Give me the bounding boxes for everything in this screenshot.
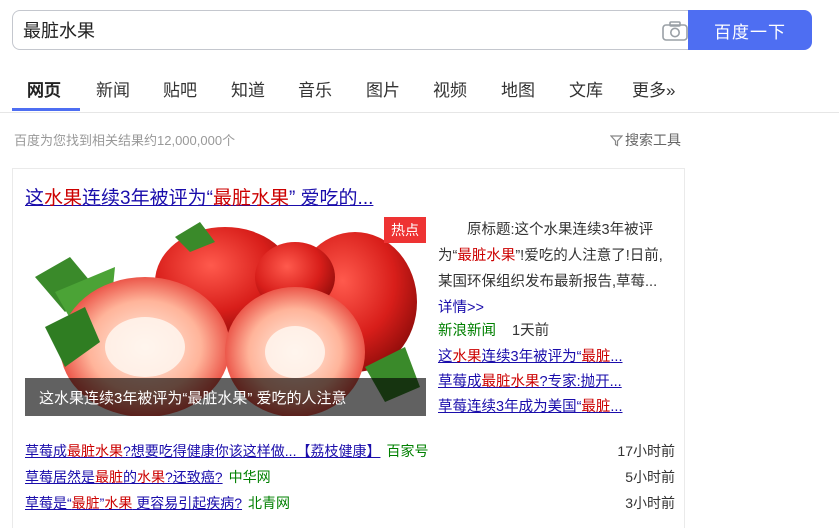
tab-images[interactable]: 图片: [366, 76, 400, 101]
news-time: 17小时前: [617, 443, 675, 459]
news-title-link[interactable]: 草莓是“最脏”水果 更容易引起疾病?: [25, 495, 242, 511]
tab-wenku[interactable]: 文库: [569, 76, 603, 101]
title-text: 连续3年被评为“: [82, 188, 213, 209]
related-link[interactable]: 草莓连续3年成为美国“最脏...: [438, 395, 623, 416]
search-button[interactable]: 百度一下: [688, 10, 812, 50]
news-time: 3小时前: [625, 495, 675, 511]
related-link[interactable]: 这水果连续3年被评为“最脏...: [438, 345, 623, 366]
tab-news[interactable]: 新闻: [96, 76, 130, 101]
search-box: [12, 10, 688, 50]
related-link[interactable]: 草莓成最脏水果?专家:抛开...: [438, 370, 622, 391]
news-row: 草莓居然是最脏的水果?还致癌? 中华网 5小时前: [25, 467, 675, 491]
thumbnail-caption: 这水果连续3年被评为“最脏水果” 爱吃的人注意: [25, 378, 426, 416]
tab-zhidao[interactable]: 知道: [231, 76, 265, 101]
publish-time: 1天前: [512, 323, 550, 339]
news-title-link[interactable]: 草莓成最脏水果?想要吃得健康你该这样做...【荔枝健康】: [25, 443, 380, 459]
title-highlight: 最脏水果: [212, 188, 289, 209]
news-row: 草莓成最脏水果?想要吃得健康你该这样做...【荔枝健康】 百家号 17小时前: [25, 441, 675, 465]
source-line: 新浪新闻 1天前: [438, 319, 549, 340]
news-source: 北青网: [248, 495, 291, 511]
tab-more[interactable]: 更多»: [632, 76, 675, 101]
news-row: 草莓是“最脏”水果 更容易引起疾病? 北青网 3小时前: [25, 493, 675, 517]
result-card: 这水果连续3年被评为“最脏水果” 爱吃的... 热点 这水果连续3年被评为“最脏…: [12, 168, 685, 528]
news-source: 中华网: [228, 469, 271, 485]
search-tools-label: 搜索工具: [625, 132, 681, 148]
abstract-highlight: 最脏水果: [457, 248, 516, 264]
news-thumbnail[interactable]: 热点 这水果连续3年被评为“最脏水果” 爱吃的人注意: [25, 217, 426, 416]
hot-badge: 热点: [384, 217, 426, 243]
news-title-link[interactable]: 草莓居然是最脏的水果?还致癌?: [25, 469, 223, 485]
search-tools-button[interactable]: 搜索工具: [610, 130, 681, 150]
tab-video[interactable]: 视频: [433, 76, 467, 101]
tab-music[interactable]: 音乐: [298, 76, 332, 101]
filter-icon: [610, 134, 623, 146]
tab-web[interactable]: 网页: [27, 76, 61, 101]
detail-link[interactable]: 详情>>: [438, 300, 484, 316]
source-name: 新浪新闻: [438, 323, 496, 339]
card-title-link[interactable]: 这水果连续3年被评为“最脏水果” 爱吃的...: [25, 183, 373, 210]
news-time: 5小时前: [625, 469, 675, 485]
active-tab-indicator: [12, 108, 80, 111]
news-source: 百家号: [386, 443, 429, 459]
tab-bar: 网页 新闻 贴吧 知道 音乐 图片 视频 地图 文库 更多»: [0, 60, 839, 113]
title-highlight: 水果: [44, 188, 83, 209]
abstract: 原标题:这个水果连续3年被评为“最脏水果”!爱吃的人注意了!日前,某国环保组织发…: [438, 217, 674, 321]
tab-map[interactable]: 地图: [501, 76, 535, 101]
camera-icon[interactable]: [661, 20, 689, 42]
title-text: ” 爱吃的...: [288, 188, 374, 209]
search-input[interactable]: [23, 11, 623, 49]
result-count: 百度为您找到相关结果约12,000,000个: [14, 133, 236, 148]
tab-tieba[interactable]: 贴吧: [163, 76, 197, 101]
title-text: 这: [25, 188, 45, 209]
